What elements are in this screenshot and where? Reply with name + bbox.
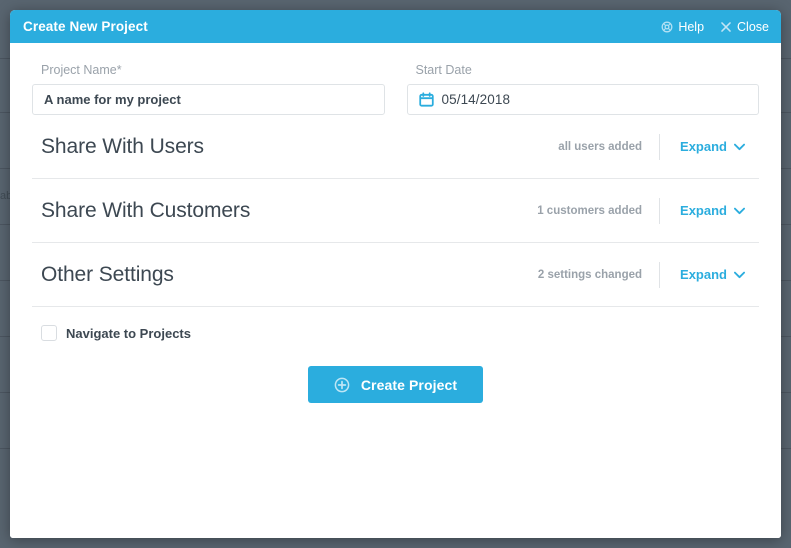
- section-title: Share With Users: [41, 134, 204, 158]
- expand-button-label: Expand: [680, 203, 727, 218]
- section-right: 1 customers added Expand: [537, 197, 751, 224]
- project-name-label: Project Name*: [41, 63, 385, 77]
- chevron-down-icon: [734, 207, 745, 215]
- modal-header: Create New Project Help Close: [10, 10, 781, 43]
- section-status-customers: 1 customers added: [537, 204, 643, 217]
- expand-button-users[interactable]: Expand: [660, 139, 751, 154]
- section-share-with-customers[interactable]: Share With Customers 1 customers added E…: [32, 179, 759, 243]
- expand-button-label: Expand: [680, 139, 727, 154]
- create-project-button-label: Create Project: [360, 376, 458, 393]
- section-right: 2 settings changed Expand: [537, 261, 751, 288]
- modal-title: Create New Project: [23, 19, 148, 34]
- close-icon: [720, 21, 732, 33]
- plus-circle-icon: [334, 377, 350, 393]
- calendar-icon[interactable]: [418, 92, 434, 107]
- required-marker: *: [116, 63, 122, 77]
- navigate-to-projects-checkbox[interactable]: [41, 325, 57, 341]
- close-button-label: Close: [737, 19, 769, 34]
- start-date-field: Start Date 05/14/2018: [406, 63, 760, 115]
- section-status-settings: 2 settings changed: [537, 268, 643, 281]
- help-button[interactable]: Help: [661, 20, 704, 34]
- start-date-label-text: Start Date: [415, 63, 472, 77]
- expand-button-customers[interactable]: Expand: [660, 203, 751, 218]
- modal-header-actions: Help Close: [661, 20, 769, 34]
- close-button[interactable]: Close: [720, 20, 769, 34]
- section-other-settings[interactable]: Other Settings 2 settings changed Expand: [32, 243, 759, 307]
- modal-body: Project Name* Start Date: [10, 43, 781, 538]
- project-name-input[interactable]: [44, 92, 373, 107]
- expand-button-label: Expand: [680, 267, 727, 282]
- section-title: Other Settings: [41, 262, 174, 286]
- navigate-to-projects-checkbox-row[interactable]: Navigate to Projects: [41, 325, 191, 341]
- start-date-label: Start Date: [416, 63, 760, 77]
- chevron-down-icon: [734, 143, 745, 151]
- submit-row: Create Project: [32, 366, 759, 403]
- section-right: all users added Expand: [558, 133, 751, 160]
- start-date-input-shell[interactable]: 05/14/2018: [406, 84, 759, 115]
- start-date-value[interactable]: 05/14/2018: [442, 92, 511, 107]
- section-share-with-users[interactable]: Share With Users all users added Expand: [32, 115, 759, 179]
- expand-button-settings[interactable]: Expand: [660, 267, 751, 282]
- section-status-users: all users added: [558, 140, 643, 153]
- chevron-down-icon: [734, 271, 745, 279]
- life-ring-icon: [661, 21, 673, 33]
- create-new-project-modal: Create New Project Help Close Project Na…: [10, 10, 781, 538]
- create-project-button[interactable]: Create Project: [307, 366, 484, 403]
- project-name-input-shell[interactable]: [32, 84, 385, 115]
- project-name-field: Project Name*: [32, 63, 385, 115]
- section-title: Share With Customers: [41, 198, 251, 222]
- navigate-to-projects-label: Navigate to Projects: [66, 325, 191, 341]
- project-name-label-text: Project Name: [41, 63, 117, 77]
- project-form-row: Project Name* Start Date: [32, 63, 759, 115]
- help-button-label: Help: [678, 19, 705, 34]
